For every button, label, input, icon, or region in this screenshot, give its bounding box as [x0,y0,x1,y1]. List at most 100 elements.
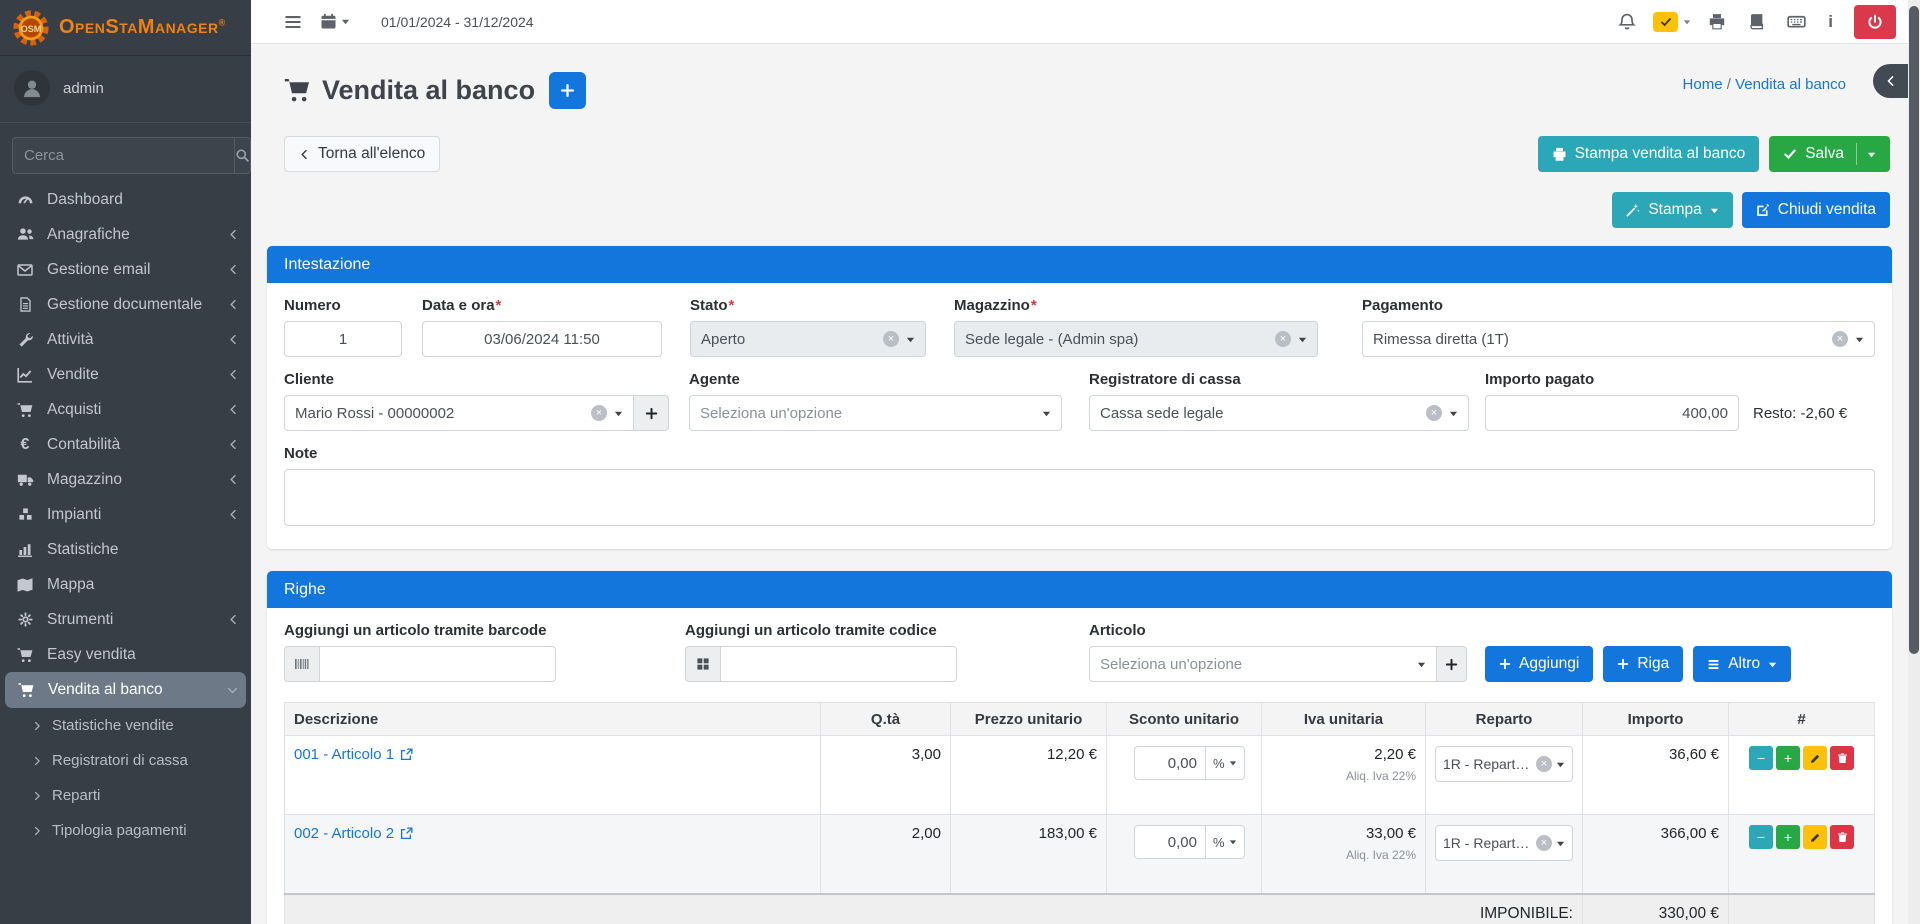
cubes-icon [14,507,36,522]
clear-icon[interactable]: × [1275,331,1291,347]
barcode-input[interactable] [319,646,556,682]
data-ora-input[interactable] [422,321,662,357]
sidebar-item-acquisti[interactable]: Acquisti [0,392,251,427]
agente-select[interactable]: Seleziona un'opzione [689,395,1062,431]
sidebar-item-impianti[interactable]: Impianti [0,497,251,532]
sidebar-item-contabilita[interactable]: €Contabilità [0,427,251,462]
search-button[interactable] [234,137,251,174]
sconto-input[interactable] [1134,825,1206,859]
row-decrease-button[interactable]: − [1749,825,1773,849]
tasks-status-button[interactable] [1649,6,1695,38]
articolo-link[interactable]: 002 - Articolo 2 [294,825,413,842]
breadcrumb-current-link[interactable]: Vendita al banco [1735,76,1846,93]
riga-button[interactable]: Riga [1603,646,1683,682]
stampa-dropdown-button[interactable]: Stampa [1612,192,1732,228]
notifications-button[interactable] [1609,7,1645,37]
save-dropdown-toggle[interactable] [1856,143,1876,165]
sconto-unit-select[interactable]: % [1206,825,1245,859]
docs-button[interactable] [1739,7,1774,36]
save-button[interactable]: Salva [1769,136,1890,172]
importo-pagato-input[interactable] [1485,395,1739,431]
pagamento-select[interactable]: Rimessa diretta (1T)× [1362,321,1875,357]
check-icon [1783,147,1797,161]
sidebar-subitem-tipologia-pagamenti[interactable]: Tipologia pagamenti [0,813,251,848]
sidebar-subitem-statistiche-vendite[interactable]: Statistiche vendite [0,708,251,743]
sidebar-item-gestione-documentale[interactable]: Gestione documentale [0,287,251,322]
articolo-select[interactable]: Seleziona un'opzione [1089,646,1437,682]
back-to-list-button[interactable]: Torna all'elenco [284,136,440,172]
book-icon [1748,13,1765,30]
sidebar-item-attivita[interactable]: Attività [0,322,251,357]
table-row: 001 - Articolo 1 3,00 12,20 € % 2,20 €Al… [285,736,1875,815]
scrollbar-thumb[interactable] [1909,6,1919,654]
clear-icon[interactable]: × [1536,835,1552,851]
registratore-select[interactable]: Cassa sede legale× [1089,395,1469,431]
row-decrease-button[interactable]: − [1749,746,1773,770]
sidebar-item-vendita-al-banco[interactable]: Vendita al banco [5,672,246,708]
info-button[interactable]: i [1819,6,1842,38]
sidebar-item-strumenti[interactable]: Strumenti [0,602,251,637]
date-range[interactable]: 01/01/2024 - 31/12/2024 [381,14,534,30]
wrench-icon [14,332,36,347]
shortcuts-button[interactable] [1778,6,1815,37]
page-scrollbar[interactable] [1908,0,1920,924]
calendar-button[interactable] [311,7,359,36]
cliente-select[interactable]: Mario Rossi - 00000002× [284,395,634,431]
sidebar-toggle-button[interactable] [275,7,311,37]
clear-icon[interactable]: × [1426,405,1442,421]
aggiungi-button[interactable]: Aggiungi [1485,646,1593,682]
new-sale-button[interactable] [549,72,586,109]
brand[interactable]: OpenStaManager® [0,0,251,56]
sconto-input[interactable] [1134,746,1206,780]
note-textarea[interactable] [284,469,1875,526]
row-edit-button[interactable] [1803,825,1827,849]
intestazione-panel-header: Intestazione [267,246,1892,283]
clear-icon[interactable]: × [591,405,607,421]
row-edit-button[interactable] [1803,746,1827,770]
sidebar-item-anagrafiche[interactable]: Anagrafiche [0,217,251,252]
chevron-right-icon [32,756,42,766]
breadcrumb-home-link[interactable]: Home [1683,76,1723,93]
user-icon [21,77,43,99]
numero-input[interactable] [284,321,402,357]
qta-cell: 3,00 [821,736,951,815]
sidebar-subitem-reparti[interactable]: Reparti [0,778,251,813]
search-input[interactable] [12,137,234,174]
altro-dropdown-button[interactable]: Altro [1693,646,1791,682]
row-increase-button[interactable]: + [1776,825,1800,849]
user-panel[interactable]: admin [0,56,251,123]
sidebar-subitem-registratori-di-cassa[interactable]: Registratori di cassa [0,743,251,778]
row-increase-button[interactable]: + [1776,746,1800,770]
iva-cell: 33,00 €Aliq. Iva 22% [1262,815,1426,894]
sconto-unit-select[interactable]: % [1206,746,1245,780]
row-delete-button[interactable] [1830,825,1854,849]
print-button[interactable] [1699,7,1735,37]
logout-button[interactable] [1854,5,1896,39]
magazzino-select[interactable]: Sede legale - (Admin spa)× [954,321,1318,357]
reparto-select[interactable]: 1R - Reparto 1...× [1435,825,1573,861]
sidebar-item-mappa[interactable]: Mappa [0,567,251,602]
sidebar-item-statistiche[interactable]: Statistiche [0,532,251,567]
sidebar-item-easy-vendita[interactable]: Easy vendita [0,637,251,672]
clear-icon[interactable]: × [1536,756,1552,772]
sidebar-item-gestione-email[interactable]: Gestione email [0,252,251,287]
print-sale-button[interactable]: Stampa vendita al banco [1538,136,1760,172]
row-delete-button[interactable] [1830,746,1854,770]
sidebar-item-dashboard[interactable]: Dashboard [0,182,251,217]
sidebar-item-magazzino[interactable]: Magazzino [0,462,251,497]
external-link-icon [400,827,413,840]
clear-icon[interactable]: × [1832,331,1848,347]
printer-icon [1708,13,1726,31]
articolo-label: Articolo [1089,622,1467,639]
stato-select[interactable]: Aperto× [690,321,926,357]
cliente-label: Cliente [284,371,669,388]
add-cliente-button[interactable] [634,395,669,431]
clear-icon[interactable]: × [883,331,899,347]
articolo-link[interactable]: 001 - Articolo 1 [294,746,413,763]
sidebar-item-vendite[interactable]: Vendite [0,357,251,392]
side-panel-toggle-button[interactable] [1873,64,1908,98]
close-sale-button[interactable]: Chiudi vendita [1742,192,1890,228]
codice-input[interactable] [720,646,957,682]
reparto-select[interactable]: 1R - Reparto 1...× [1435,746,1573,782]
add-articolo-button[interactable] [1437,646,1467,682]
